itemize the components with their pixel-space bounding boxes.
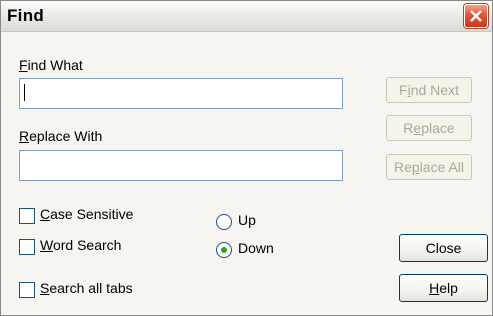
- radio-selected-dot: [221, 247, 227, 253]
- case-sensitive-label[interactable]: Case Sensitive: [40, 206, 133, 222]
- find-what-label: Find What: [19, 57, 83, 73]
- find-next-button[interactable]: Find Next: [386, 77, 472, 103]
- find-dialog: Find Find What Replace With Find Next Re…: [0, 0, 493, 316]
- search-all-tabs-checkbox[interactable]: [19, 282, 35, 298]
- search-all-tabs-label[interactable]: Search all tabs: [40, 280, 133, 296]
- help-button[interactable]: Help: [399, 274, 488, 302]
- title-bar[interactable]: Find: [1, 1, 492, 32]
- direction-down-radio[interactable]: [216, 242, 232, 258]
- word-search-checkbox[interactable]: [19, 239, 35, 255]
- direction-down-label[interactable]: Down: [238, 240, 274, 256]
- case-sensitive-checkbox[interactable]: [19, 208, 35, 224]
- close-window-button[interactable]: [464, 4, 488, 28]
- word-search-label[interactable]: Word Search: [40, 237, 121, 253]
- dialog-title: Find: [7, 6, 45, 25]
- replace-with-label: Replace With: [19, 128, 103, 144]
- direction-up-label[interactable]: Up: [238, 212, 256, 228]
- find-what-input[interactable]: [19, 78, 343, 109]
- close-icon: [470, 10, 482, 22]
- replace-with-input[interactable]: [19, 150, 343, 181]
- replace-all-button[interactable]: Replace All: [386, 154, 472, 180]
- close-button[interactable]: Close: [399, 234, 488, 262]
- replace-button[interactable]: Replace: [386, 115, 472, 141]
- direction-up-radio[interactable]: [216, 214, 232, 230]
- text-caret: [24, 84, 25, 101]
